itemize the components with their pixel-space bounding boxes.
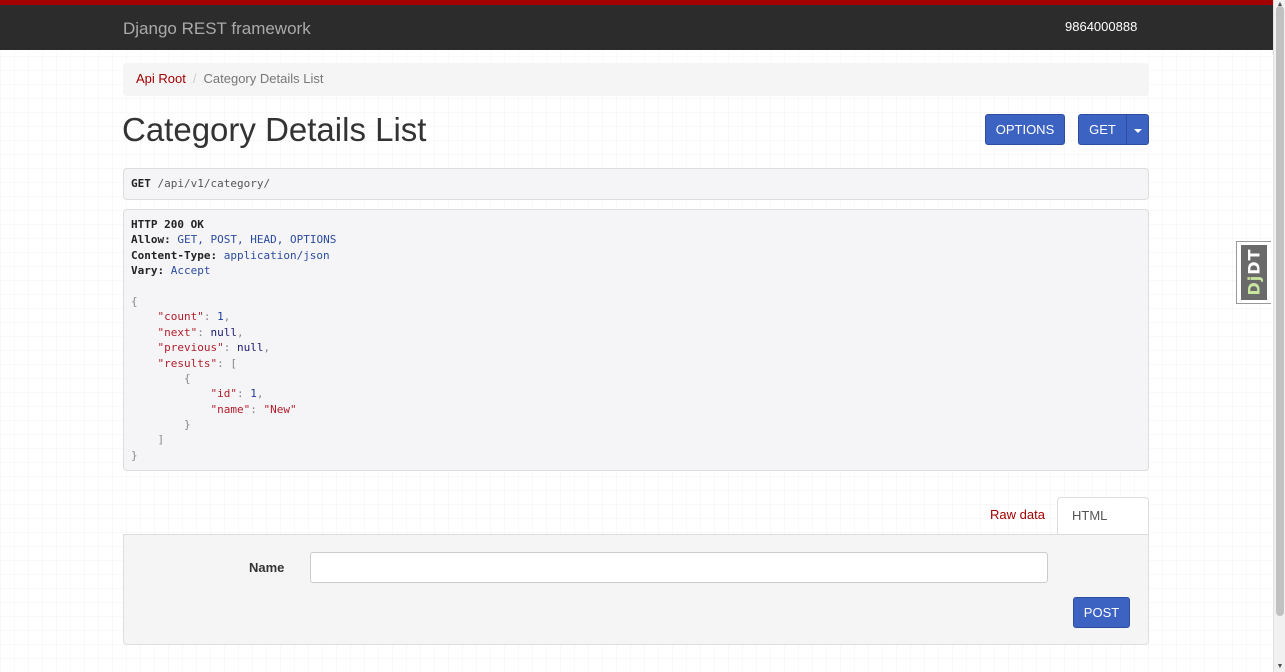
header-content-type-key: Content-Type: [131,248,218,262]
json-id-key: "id" [210,387,237,401]
user-menu[interactable]: 9864000888 [1065,19,1137,34]
scroll-down-icon[interactable]: ▼ [1274,662,1285,672]
brand-link[interactable]: Django REST framework [123,19,311,39]
name-label: Name [249,560,285,575]
header-vary-value: Accept [170,264,211,278]
json-results-key: "results" [157,356,218,370]
json-name-value: "New" [263,402,297,416]
caret-down-icon [1133,128,1142,133]
json-item-close: } [183,418,191,432]
header-vary-key: Vary: [131,264,165,278]
breadcrumb: Api Root / Category Details List [123,63,1149,96]
json-close-brace: } [131,448,138,462]
get-format-dropdown[interactable] [1126,114,1149,145]
json-item-open: { [183,371,191,385]
json-next-value: null [210,325,238,339]
request-method: GET [131,177,151,190]
json-previous-key: "previous" [157,341,224,355]
header-content-type-value: application/json [223,248,330,262]
debug-toolbar-handle[interactable]: DjDT [1236,241,1271,304]
breadcrumb-separator: / [192,71,197,86]
json-close-bracket: ] [157,433,165,447]
json-name-key: "name" [210,402,251,416]
json-count-value: 1 [217,310,224,324]
json-previous-value: null [236,341,264,355]
navbar: Django REST framework 9864000888 [0,0,1273,50]
response-info: HTTP 200 OK Allow: GET, POST, HEAD, OPTI… [123,209,1149,471]
json-id-value: 1 [250,387,257,401]
request-path: /api/v1/category/ [157,177,271,190]
vertical-scrollbar[interactable]: ▲ ▼ [1273,0,1285,672]
json-open-brace: { [131,294,138,308]
name-input[interactable] [310,552,1048,583]
djdt-logo: DjDT [1244,248,1264,296]
json-open-bracket: [ [230,356,237,370]
json-count-key: "count" [157,310,204,324]
request-info: GET /api/v1/category/ [123,168,1149,200]
page-title: Category Details List [122,111,427,148]
tab-html-form[interactable]: HTML form [1057,497,1149,559]
json-next-key: "next" [157,325,198,339]
breadcrumb-current: Category Details List [203,71,324,86]
options-button[interactable]: OPTIONS [985,114,1065,145]
tab-raw-data[interactable]: Raw data [976,497,1059,535]
scroll-thumb[interactable] [1276,6,1284,616]
header-allow-key: Allow: [131,233,171,247]
breadcrumb-api-root[interactable]: Api Root [136,71,186,86]
response-status: HTTP 200 OK [131,218,204,231]
get-button[interactable]: GET [1078,114,1127,145]
post-button[interactable]: POST [1073,597,1130,628]
post-form: Name POST [123,534,1149,645]
header-allow-value: GET, POST, HEAD, OPTIONS [177,233,337,247]
